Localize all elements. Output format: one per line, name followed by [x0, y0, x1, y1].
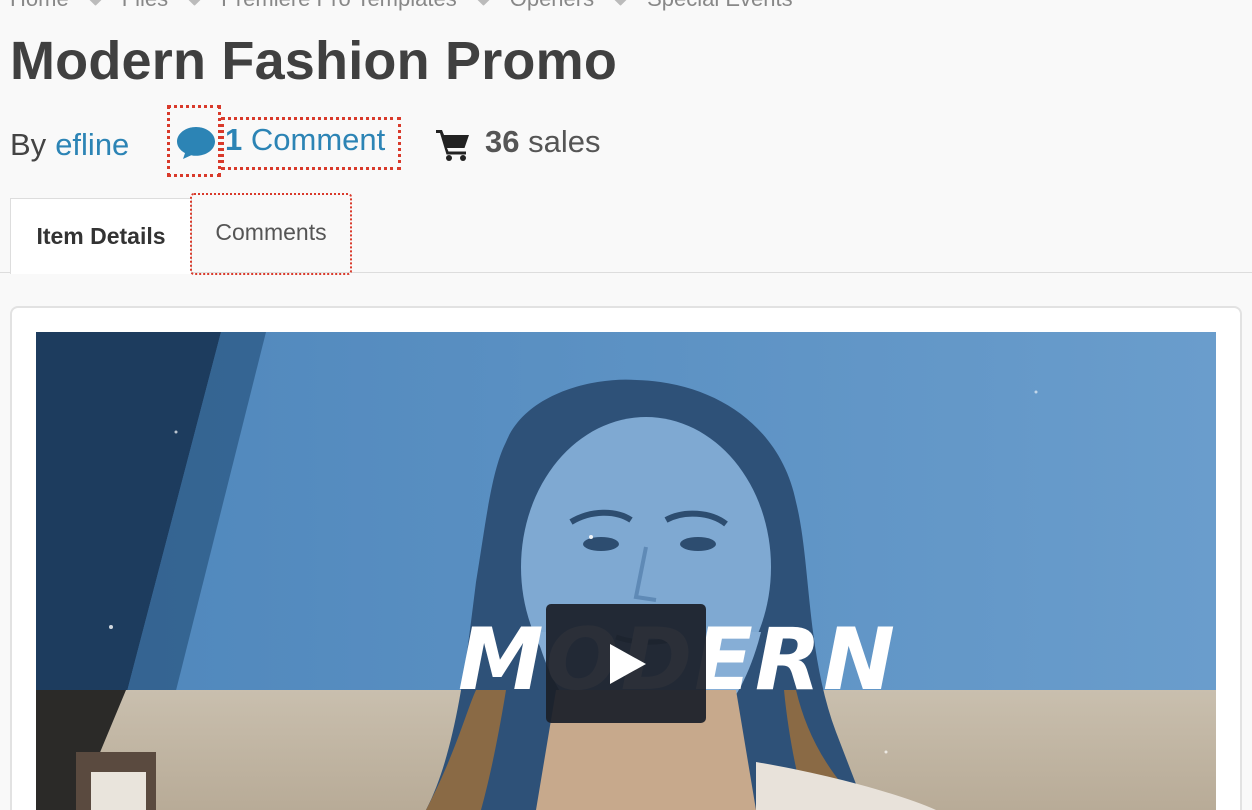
breadcrumb-special-events[interactable]: Special Events	[647, 0, 793, 12]
author-link[interactable]: efline	[55, 127, 129, 163]
breadcrumb-openers[interactable]: Openers	[510, 0, 594, 12]
sales-number: 36	[485, 124, 520, 159]
page: Home Files Premiere Pro Templates Opener…	[0, 0, 1252, 810]
breadcrumb-home[interactable]: Home	[10, 0, 69, 12]
speech-bubble-icon[interactable]	[176, 126, 216, 160]
comment-count: 1	[225, 122, 243, 157]
breadcrumb-separator-icon	[88, 0, 102, 6]
by-label: By	[10, 127, 47, 162]
breadcrumb-separator-icon	[188, 0, 202, 6]
item-meta: By efline	[10, 120, 129, 170]
shopping-cart-icon	[436, 130, 469, 161]
comments-count-link[interactable]: 1 Comment	[225, 122, 385, 158]
breadcrumb-files[interactable]: Files	[122, 0, 168, 12]
breadcrumb-separator-icon	[614, 0, 627, 6]
video-thumbnail	[36, 332, 1216, 810]
breadcrumb-premiere-pro-templates[interactable]: Premiere Pro Templates	[221, 0, 457, 12]
comment-label: Comment	[250, 122, 386, 157]
sales-count: 36 sales	[485, 124, 600, 160]
tab-comments[interactable]: Comments	[190, 193, 352, 275]
breadcrumb: Home Files Premiere Pro Templates Opener…	[10, 0, 793, 12]
play-button[interactable]	[546, 604, 706, 723]
page-title: Modern Fashion Promo	[10, 31, 618, 91]
sales-label: sales	[528, 124, 601, 159]
video-preview[interactable]: MODERN	[36, 332, 1216, 810]
tab-item-details[interactable]: Item Details	[10, 198, 192, 274]
breadcrumb-separator-icon	[476, 0, 490, 6]
play-icon	[610, 643, 646, 684]
